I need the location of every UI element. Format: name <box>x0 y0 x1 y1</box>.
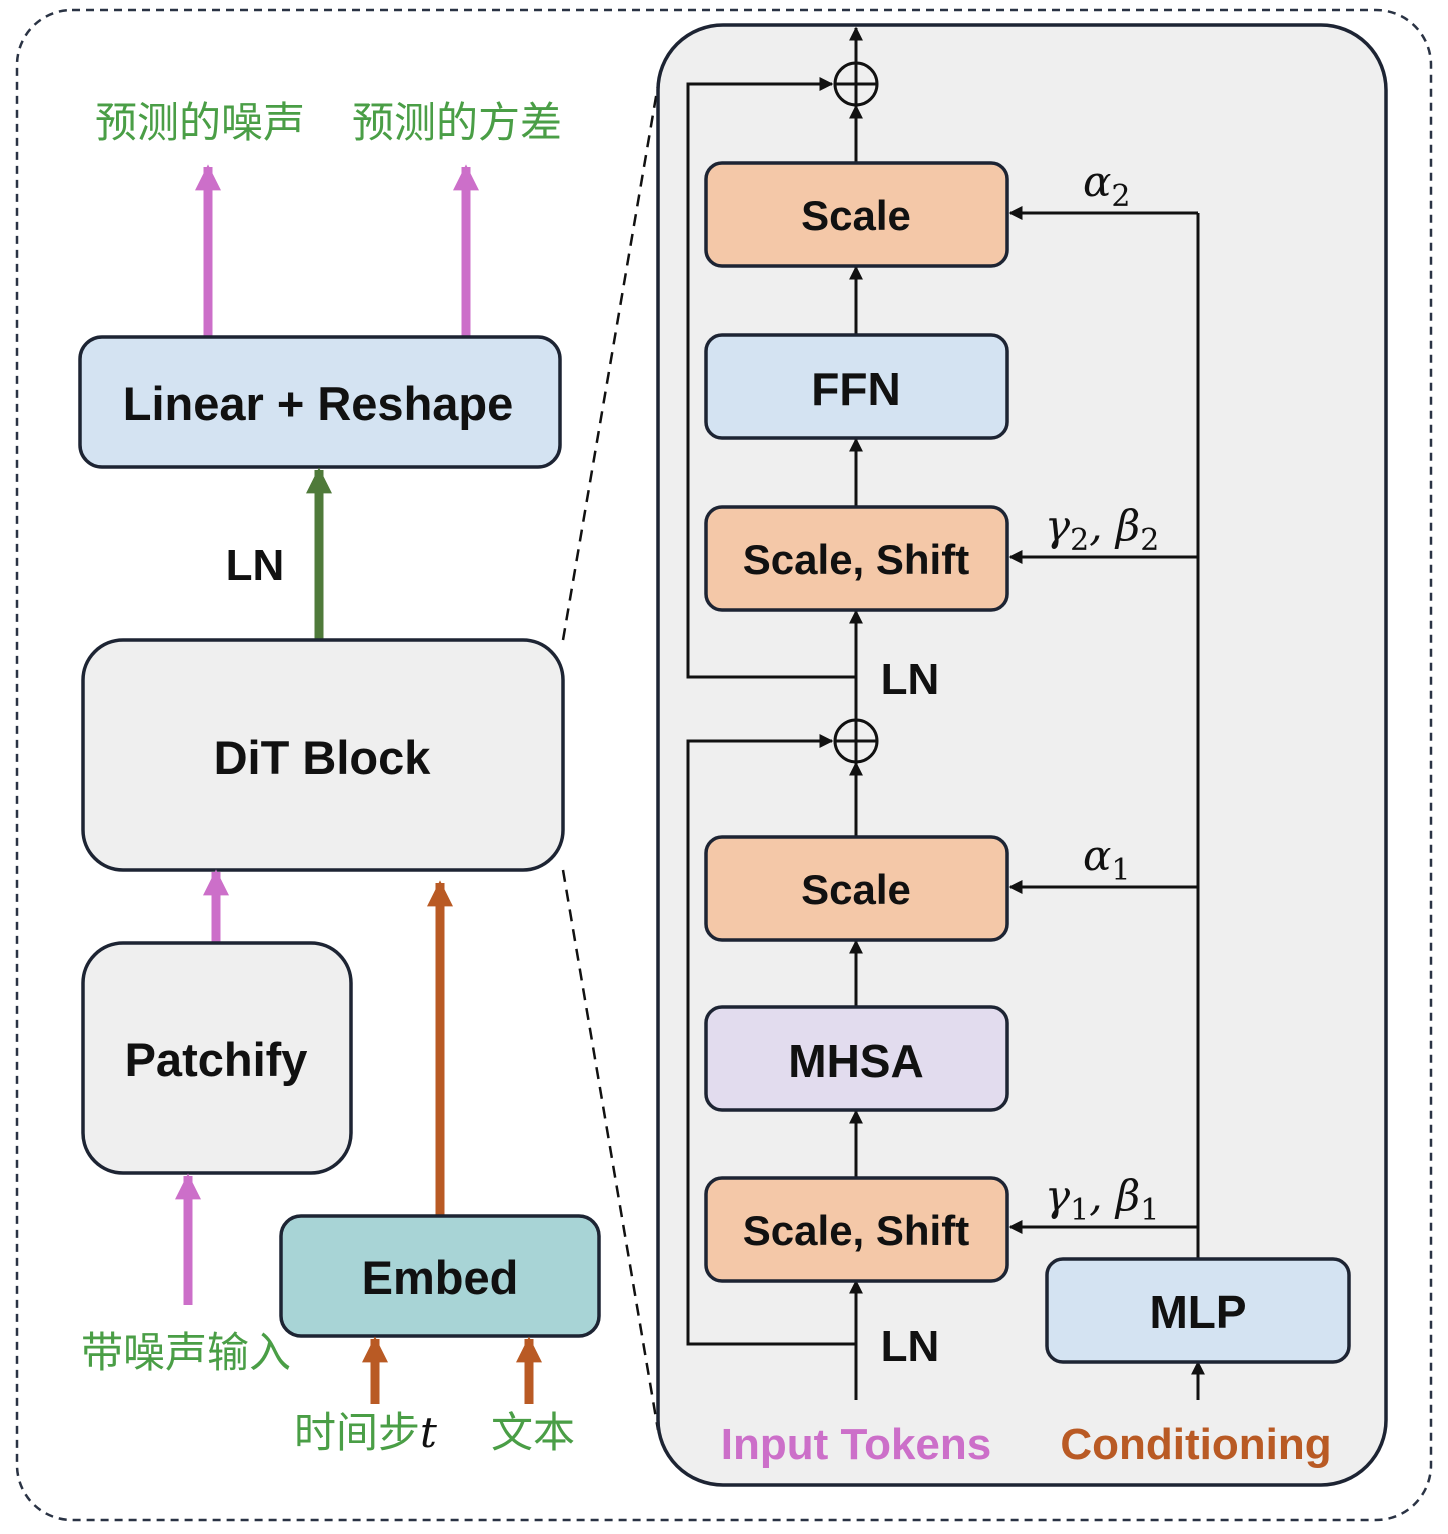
ffn-label: FFN <box>811 363 900 415</box>
scale-shift-top-label: Scale, Shift <box>743 536 969 583</box>
ln-bottom-label: LN <box>881 1322 940 1371</box>
zoom-line-top <box>561 84 660 641</box>
embed-label: Embed <box>362 1251 519 1304</box>
timestep-label: 时间步t <box>294 1408 437 1457</box>
text-label: 文本 <box>491 1408 575 1457</box>
conditioning-label: Conditioning <box>1060 1420 1331 1469</box>
zoom-line-bottom <box>561 869 660 1431</box>
dit-architecture-diagram: 预测的噪声 预测的方差 Linear + Reshape LN DiT Bloc… <box>15 8 1433 1522</box>
scale-bottom-label: Scale <box>801 866 911 913</box>
dit-block-label: DiT Block <box>214 731 432 784</box>
output-noise-label: 预测的噪声 <box>95 98 305 147</box>
noisy-input-label: 带噪声输入 <box>81 1328 291 1377</box>
linear-reshape-label: Linear + Reshape <box>123 377 514 430</box>
ln-label-left: LN <box>226 541 285 590</box>
add-node-1 <box>833 718 879 764</box>
input-tokens-label: Input Tokens <box>721 1420 992 1469</box>
add-node-2 <box>833 61 879 107</box>
scale-top-label: Scale <box>801 192 911 239</box>
mhsa-label: MHSA <box>788 1035 923 1087</box>
scale-shift-bottom-label: Scale, Shift <box>743 1207 969 1254</box>
patchify-label: Patchify <box>125 1033 308 1086</box>
output-variance-label: 预测的方差 <box>352 98 562 147</box>
mlp-label: MLP <box>1149 1286 1246 1338</box>
ln-mid-label: LN <box>881 655 940 704</box>
